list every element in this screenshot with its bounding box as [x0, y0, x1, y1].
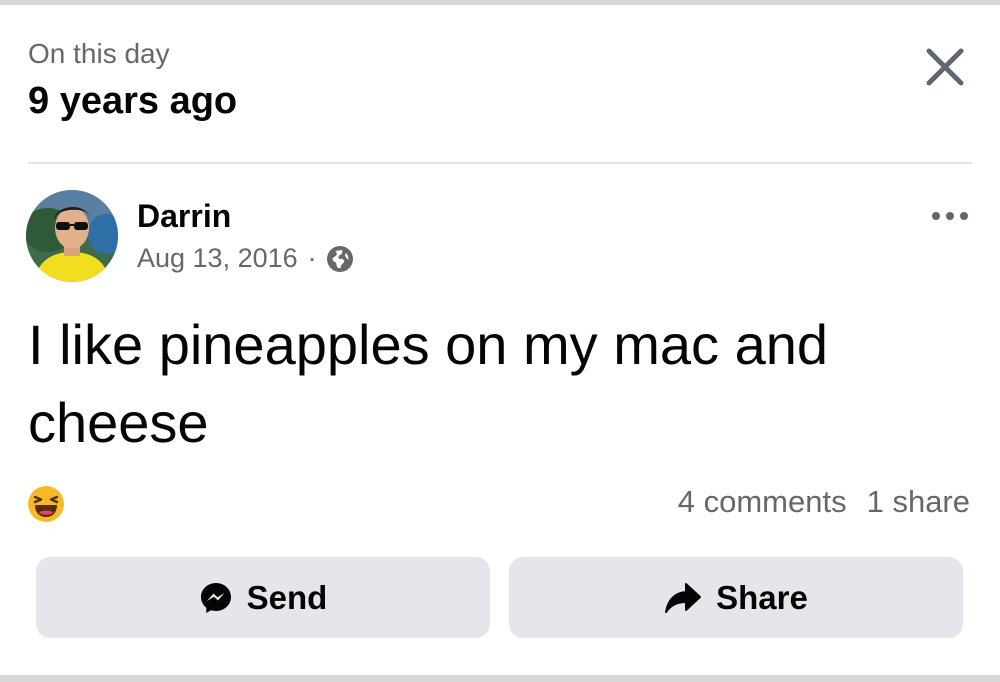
header-divider: [28, 162, 972, 164]
more-options-icon: [932, 212, 968, 220]
globe-icon: [326, 245, 353, 272]
post-text: I like pineapples on my mac and cheese: [28, 313, 828, 454]
share-button[interactable]: Share: [509, 557, 963, 638]
more-options-button[interactable]: [928, 206, 972, 226]
close-button[interactable]: [920, 42, 970, 92]
post-meta: Aug 13, 2016 ·: [137, 243, 354, 274]
send-button[interactable]: Send: [36, 557, 490, 638]
memory-title: 9 years ago: [28, 80, 238, 122]
memory-label: On this day: [28, 38, 170, 69]
reaction-summary[interactable]: [26, 484, 66, 524]
post-date[interactable]: Aug 13, 2016: [137, 243, 298, 274]
avatar[interactable]: [26, 190, 118, 282]
haha-reaction-icon: [28, 486, 64, 522]
shares-count[interactable]: 1 share: [867, 484, 970, 520]
post-author[interactable]: Darrin: [137, 198, 231, 235]
comments-count[interactable]: 4 comments: [678, 484, 847, 520]
post-stats: 4 comments 1 share: [678, 484, 970, 520]
messenger-icon: [200, 582, 231, 613]
share-arrow-icon: [665, 582, 702, 613]
share-label: Share: [716, 578, 808, 616]
close-icon: [926, 48, 964, 86]
send-label: Send: [246, 578, 328, 616]
meta-separator: ·: [307, 243, 317, 273]
top-border: [0, 0, 1000, 5]
bottom-border: [0, 675, 1000, 682]
